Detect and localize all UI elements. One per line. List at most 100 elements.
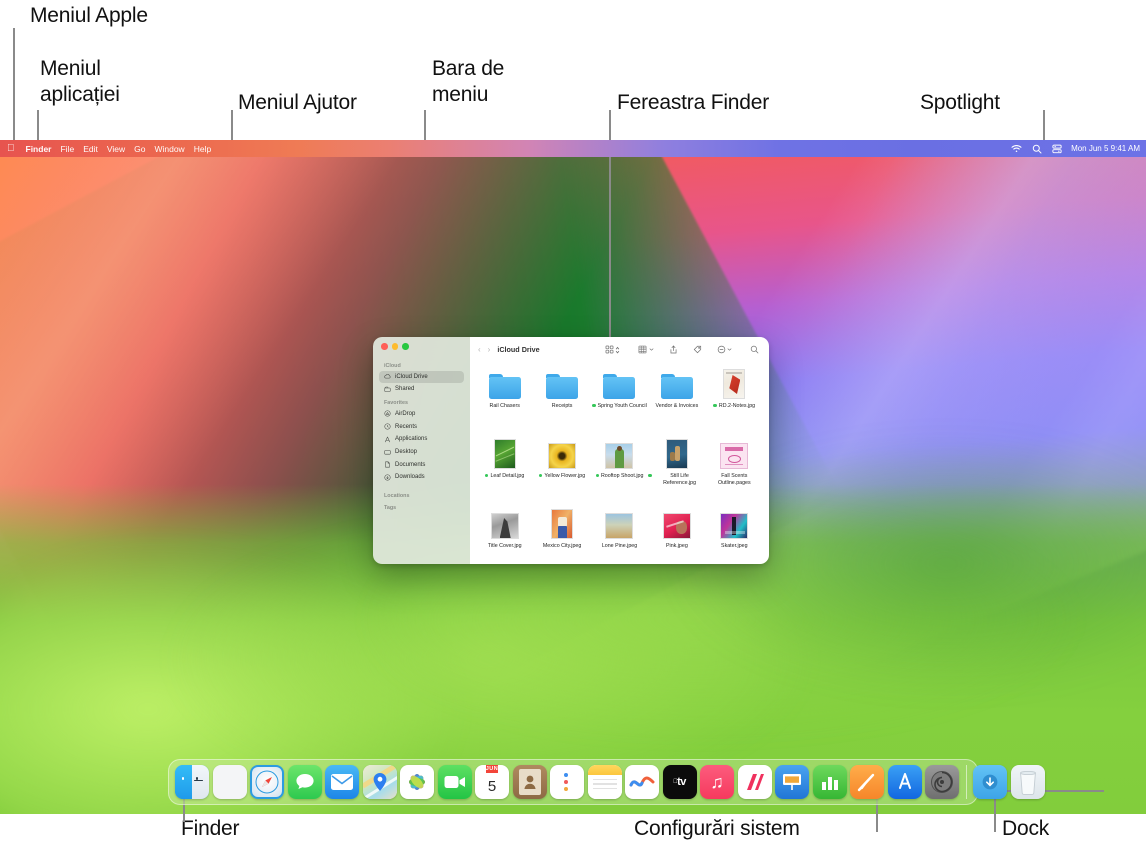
image-thumbnail — [718, 507, 750, 539]
menu-item-window[interactable]: Window — [154, 144, 184, 154]
dock-item-safari[interactable] — [250, 765, 284, 799]
dock-item-facetime[interactable] — [438, 765, 472, 799]
finder-content-pane: ‹ › iCloud Drive — [470, 337, 769, 564]
menu-bar[interactable]:  Finder File Edit View Go Window Help — [0, 140, 1146, 157]
dock-item-pages[interactable] — [850, 765, 884, 799]
dock-item-messages[interactable] — [288, 765, 322, 799]
sidebar-item-desktop[interactable]: Desktop — [379, 446, 464, 458]
folder-icon — [661, 367, 693, 399]
sidebar-header-tags: Tags — [379, 501, 464, 513]
file-item[interactable]: Lone Pine.jpeg — [591, 504, 648, 564]
menu-item-edit[interactable]: Edit — [83, 144, 98, 154]
file-name: Yellow Flower.jpg — [544, 473, 585, 480]
file-item[interactable]: Rail Chasers — [476, 364, 533, 434]
image-thumbnail — [489, 507, 521, 539]
callout-spotlight: Spotlight — [920, 90, 1000, 116]
document-icon — [384, 461, 391, 468]
dock-item-maps[interactable] — [363, 765, 397, 799]
status-badge — [485, 474, 488, 477]
share-icon[interactable] — [669, 345, 678, 354]
dock-item-notes[interactable] — [588, 765, 622, 799]
dock-item-news[interactable] — [738, 765, 772, 799]
back-button[interactable]: ‹ — [478, 345, 481, 354]
airdrop-icon — [384, 410, 391, 417]
file-item[interactable]: Leaf Detail.jpg — [476, 434, 533, 504]
control-center-icon[interactable] — [1051, 143, 1062, 154]
forward-button[interactable]: › — [488, 345, 491, 354]
dock[interactable]: JUN 5 tv ♫ — [168, 759, 978, 805]
status-badge — [713, 404, 716, 407]
sidebar-item-applications[interactable]: Applications — [379, 433, 464, 445]
file-item[interactable]: Yellow Flower.jpg — [533, 434, 590, 504]
view-mode-button[interactable] — [605, 345, 621, 354]
menu-bar-clock[interactable]: Mon Jun 5 9:41 AM — [1071, 144, 1140, 153]
image-thumbnail — [546, 507, 578, 539]
sidebar-item-recents[interactable]: Recents — [379, 421, 464, 433]
file-item[interactable]: Vendor & Invoices — [648, 364, 705, 434]
callout-finder-dock: Finder — [181, 816, 239, 842]
dock-item-reminders[interactable] — [550, 765, 584, 799]
menu-item-file[interactable]: File — [60, 144, 74, 154]
file-name: Rail Chasers — [490, 403, 520, 410]
file-item[interactable]: Fall Scents Outline.pages — [706, 434, 763, 504]
file-item[interactable]: Still Life Reference.jpg — [648, 434, 705, 504]
sidebar-item-documents[interactable]: Documents — [379, 459, 464, 471]
dock-item-numbers[interactable] — [813, 765, 847, 799]
dock-item-freeform[interactable] — [625, 765, 659, 799]
dock-item-system-settings[interactable] — [925, 765, 959, 799]
image-thumbnail — [489, 437, 521, 469]
file-name: Still Life Reference.jpg — [654, 473, 706, 487]
dock-item-music[interactable]: ♫ — [700, 765, 734, 799]
dock-item-launchpad[interactable] — [213, 765, 247, 799]
dock-item-trash[interactable] — [1011, 765, 1045, 799]
dock-item-calendar[interactable]: JUN 5 — [475, 765, 509, 799]
folder-icon — [603, 367, 635, 399]
window-controls[interactable] — [379, 342, 464, 359]
status-badge — [592, 404, 595, 407]
menu-item-help[interactable]: Help — [194, 144, 211, 154]
dock-item-downloads-folder[interactable] — [973, 765, 1007, 799]
dock-item-mail[interactable] — [325, 765, 359, 799]
file-name: Pink.jpeg — [666, 543, 688, 550]
file-item[interactable]: Pink.jpeg — [648, 504, 705, 564]
dock-item-keynote[interactable] — [775, 765, 809, 799]
sidebar-item-airdrop[interactable]: AirDrop — [379, 408, 464, 420]
finder-sidebar[interactable]: iCloud iCloud Drive Shared Favorites Air… — [373, 337, 470, 564]
sidebar-item-shared[interactable]: Shared — [379, 383, 464, 395]
callout-apple-menu: Meniul Apple — [30, 3, 148, 29]
file-name: Rooftop Shoot.jpg — [601, 473, 643, 480]
dock-item-finder[interactable] — [175, 765, 209, 799]
close-button[interactable] — [381, 343, 388, 350]
file-item[interactable]: Skater.jpeg — [706, 504, 763, 564]
apple-menu-icon[interactable]:  — [7, 144, 15, 154]
menu-item-finder[interactable]: Finder — [26, 144, 52, 154]
minimize-button[interactable] — [392, 343, 399, 350]
dock-item-apple-tv[interactable]: tv — [663, 765, 697, 799]
finder-search-icon[interactable] — [750, 345, 759, 354]
file-item[interactable]: Mexico City.jpeg — [533, 504, 590, 564]
finder-file-grid[interactable]: Rail Chasers Receipts Spring Youth Counc… — [470, 362, 769, 564]
file-item[interactable]: Title Cover.jpg — [476, 504, 533, 564]
tag-icon[interactable] — [693, 345, 702, 354]
leader-apple-menu — [13, 28, 15, 146]
file-name: Vendor & Invoices — [656, 403, 699, 410]
finder-toolbar[interactable]: ‹ › iCloud Drive — [470, 337, 769, 362]
action-menu-button[interactable] — [717, 345, 733, 354]
menu-item-go[interactable]: Go — [134, 144, 145, 154]
finder-window[interactable]: iCloud iCloud Drive Shared Favorites Air… — [373, 337, 769, 564]
wifi-icon[interactable] — [1011, 143, 1022, 154]
sidebar-item-icloud-drive[interactable]: iCloud Drive — [379, 371, 464, 383]
spotlight-search-icon[interactable] — [1031, 143, 1042, 154]
menu-item-view[interactable]: View — [107, 144, 125, 154]
dock-item-photos[interactable] — [400, 765, 434, 799]
dock-item-app-store[interactable] — [888, 765, 922, 799]
file-item[interactable]: RD.2-Notes.jpg — [706, 364, 763, 434]
group-by-button[interactable] — [638, 345, 654, 354]
sidebar-item-downloads[interactable]: Downloads — [379, 471, 464, 483]
file-item[interactable]: Receipts — [533, 364, 590, 434]
zoom-button[interactable] — [402, 343, 409, 350]
file-item[interactable]: Spring Youth Council — [591, 364, 648, 434]
dock-item-contacts[interactable] — [513, 765, 547, 799]
sidebar-label: Shared — [395, 386, 414, 392]
file-item[interactable]: Rooftop Shoot.jpg — [591, 434, 648, 504]
